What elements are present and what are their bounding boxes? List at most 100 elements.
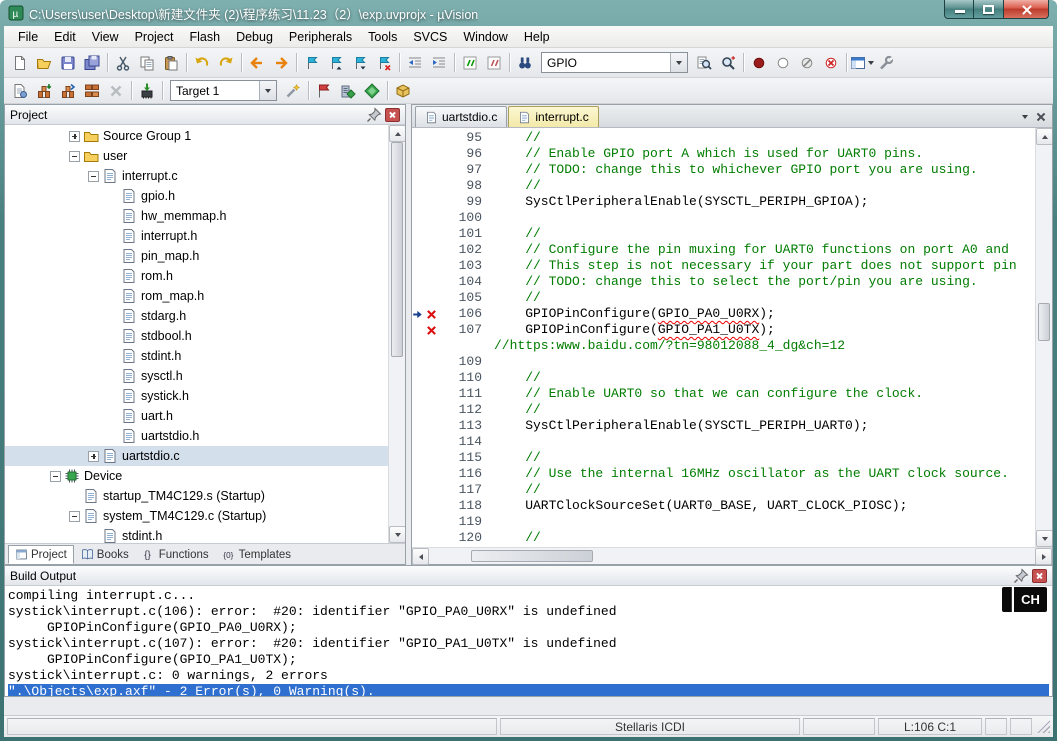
search-dropdown-button[interactable]	[670, 53, 687, 72]
breakpoint-enable-disable-button[interactable]	[771, 51, 795, 74]
resize-grip[interactable]	[1037, 720, 1050, 733]
search-combobox[interactable]: GPIO	[541, 52, 688, 73]
window-layout-button[interactable]	[850, 51, 874, 74]
tree-item-stdint-h[interactable]: stdint.h	[5, 526, 388, 543]
code-line[interactable]: 112 //	[412, 402, 1035, 418]
scroll-down-button[interactable]	[1036, 530, 1052, 547]
code-line[interactable]: 113 SysCtlPeripheralEnable(SYSCTL_PERIPH…	[412, 418, 1035, 434]
menu-debug[interactable]: Debug	[228, 28, 281, 46]
menu-view[interactable]: View	[84, 28, 127, 46]
code-line[interactable]: 97 // TODO: change this to whichever GPI…	[412, 162, 1035, 178]
tree-item-sysctl-h[interactable]: sysctl.h	[5, 366, 388, 386]
tree-item-uartstdio-h[interactable]: uartstdio.h	[5, 426, 388, 446]
paste-button[interactable]	[159, 51, 183, 74]
close-button[interactable]	[1003, 0, 1049, 19]
scrollbar-thumb[interactable]	[391, 142, 403, 358]
scrollbar-thumb[interactable]	[1038, 302, 1050, 342]
tree-item-uartstdio-c[interactable]: uartstdio.c	[5, 446, 388, 466]
project-tree-scrollbar[interactable]	[388, 125, 405, 543]
cut-button[interactable]	[111, 51, 135, 74]
tree-item-pin-map-h[interactable]: pin_map.h	[5, 246, 388, 266]
breakpoint-kill-all-button[interactable]	[819, 51, 843, 74]
code-line[interactable]: 96 // Enable GPIO port A which is used f…	[412, 146, 1035, 162]
menu-project[interactable]: Project	[127, 28, 182, 46]
code-editor[interactable]: 95 //96 // Enable GPIO port A which is u…	[412, 128, 1035, 547]
code-line[interactable]: 100	[412, 210, 1035, 226]
tree-item-uart-h[interactable]: uart.h	[5, 406, 388, 426]
title-bar[interactable]: µ C:\Users\user\Desktop\新建文件夹 (2)\程序练习\1…	[4, 0, 1053, 26]
code-line[interactable]: 120 //	[412, 530, 1035, 546]
manage-project-items-button[interactable]	[336, 79, 360, 102]
bookmark-next-button[interactable]	[348, 51, 372, 74]
tab-books[interactable]: Books	[74, 545, 136, 564]
menu-edit[interactable]: Edit	[46, 28, 84, 46]
rebuild-button[interactable]	[56, 79, 80, 102]
find-in-files-button[interactable]	[513, 51, 537, 74]
tree-item-stdarg-h[interactable]: stdarg.h	[5, 306, 388, 326]
bookmark-prev-button[interactable]	[324, 51, 348, 74]
batch-build-button[interactable]	[80, 79, 104, 102]
manage-rte-button[interactable]	[360, 79, 384, 102]
file-extensions-button[interactable]	[312, 79, 336, 102]
code-line[interactable]: 115 //	[412, 450, 1035, 466]
tab-interrupt-c[interactable]: interrupt.c	[508, 106, 599, 127]
code-line[interactable]: 107 GPIOPinConfigure(GPIO_PA1_U0TX);	[412, 322, 1035, 338]
tree-item-stdint-h[interactable]: stdint.h	[5, 346, 388, 366]
scrollbar-thumb[interactable]	[471, 550, 593, 562]
unindent-button[interactable]	[403, 51, 427, 74]
indent-button[interactable]	[427, 51, 451, 74]
tree-item-rom-h[interactable]: rom.h	[5, 266, 388, 286]
configure-button[interactable]	[874, 51, 898, 74]
tab-project[interactable]: Project	[8, 545, 74, 564]
scroll-up-button[interactable]	[1036, 128, 1052, 145]
menu-peripherals[interactable]: Peripherals	[281, 28, 360, 46]
build-output-line[interactable]: systick\interrupt.c(106): error: #20: id…	[8, 604, 1049, 620]
build-output-line[interactable]: systick\interrupt.c(107): error: #20: id…	[8, 636, 1049, 652]
ime-indicator[interactable]: CH	[1002, 587, 1047, 612]
tree-item-system-tm4c129-c-startup[interactable]: system_TM4C129.c (Startup)	[5, 506, 388, 526]
editor-hscrollbar[interactable]	[412, 547, 1052, 565]
code-line[interactable]: 114	[412, 434, 1035, 450]
code-line[interactable]: 118 UARTClockSourceSet(UART0_BASE, UART_…	[412, 498, 1035, 514]
code-line[interactable]: 117 //	[412, 482, 1035, 498]
build-output-line[interactable]: ".\Objects\exp.axf" - 2 Error(s), 0 Warn…	[8, 684, 1049, 696]
project-panel-close-button[interactable]	[385, 107, 400, 122]
scrollbar-track[interactable]	[429, 548, 1035, 564]
pack-installer-button[interactable]	[391, 79, 415, 102]
expander-minus-icon[interactable]	[50, 470, 61, 482]
code-line[interactable]: 101 //	[412, 226, 1035, 242]
editor-vscrollbar[interactable]	[1035, 128, 1052, 547]
ime-language-label[interactable]: CH	[1014, 587, 1047, 612]
stop-build-button[interactable]	[104, 79, 128, 102]
bookmark-clear-all-button[interactable]	[372, 51, 396, 74]
bookmark-toggle-button[interactable]	[300, 51, 324, 74]
menu-flash[interactable]: Flash	[181, 28, 228, 46]
scrollbar-track[interactable]	[389, 142, 405, 526]
menu-help[interactable]: Help	[516, 28, 558, 46]
build-button[interactable]	[32, 79, 56, 102]
minimize-button[interactable]	[944, 0, 974, 19]
redo-button[interactable]	[214, 51, 238, 74]
maximize-button[interactable]	[974, 0, 1003, 19]
tree-item-device[interactable]: Device	[5, 466, 388, 486]
tab-functions[interactable]: {} Functions	[136, 545, 216, 564]
pin-icon[interactable]	[366, 106, 382, 122]
tree-item-interrupt-h[interactable]: interrupt.h	[5, 226, 388, 246]
expander-minus-icon[interactable]	[69, 510, 80, 522]
pin-icon[interactable]	[1013, 567, 1029, 583]
scroll-down-button[interactable]	[389, 526, 405, 543]
code-line[interactable]: 119	[412, 514, 1035, 530]
target-select-combobox[interactable]: Target 1	[170, 80, 277, 101]
find-button[interactable]	[692, 51, 716, 74]
tab-templates[interactable]: {0} Templates	[216, 545, 298, 564]
build-output-line[interactable]: systick\interrupt.c: 0 warnings, 2 error…	[8, 668, 1049, 684]
target-select-dropdown-button[interactable]	[259, 81, 276, 100]
tree-item-stdbool-h[interactable]: stdbool.h	[5, 326, 388, 346]
build-output-line[interactable]: compiling interrupt.c...	[8, 588, 1049, 604]
scrollbar-track[interactable]	[1036, 145, 1052, 530]
expander-minus-icon[interactable]	[69, 150, 80, 162]
scroll-up-button[interactable]	[389, 125, 405, 142]
uncomment-selection-button[interactable]	[482, 51, 506, 74]
code-line[interactable]: 98 //	[412, 178, 1035, 194]
comment-selection-button[interactable]	[458, 51, 482, 74]
